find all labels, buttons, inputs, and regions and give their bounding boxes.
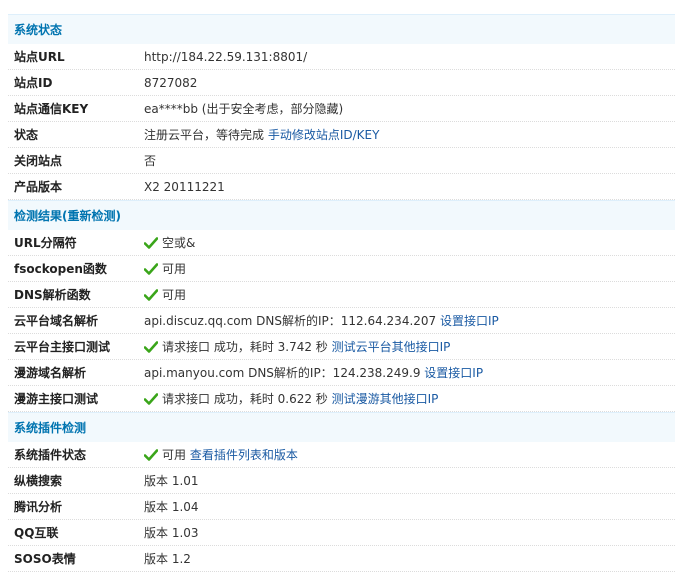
row-value: ea****bb (出于安全考虑，部分隐藏)	[144, 102, 344, 116]
row-value-wrap: api.manyou.com DNS解析的IP：124.238.249.9 设置…	[144, 360, 483, 386]
row-value-wrap: 请求接口 成功，耗时 0.622 秒 测试漫游其他接口IP	[144, 386, 438, 412]
row-label: 关闭站点	[14, 154, 63, 168]
test-cloud-other-ips-link[interactable]: 测试云平台其他接口IP	[332, 340, 451, 354]
detect-row-dns-function: DNS解析函数 可用	[8, 282, 675, 308]
status-row-state: 状态 注册云平台，等待完成 手动修改站点ID/KEY	[8, 122, 675, 148]
detect-row-manyou-api-test: 漫游主接口测试 请求接口 成功，耗时 0.622 秒 测试漫游其他接口IP	[8, 386, 675, 412]
check-icon	[144, 289, 158, 301]
test-manyou-other-ips-link[interactable]: 测试漫游其他接口IP	[332, 392, 439, 406]
status-row-site-key: 站点通信KEY ea****bb (出于安全考虑，部分隐藏)	[8, 96, 675, 122]
row-label: 站点URL	[14, 50, 65, 64]
row-label: 腾讯分析	[14, 500, 63, 514]
section-header-system-status: 系统状态	[8, 14, 675, 44]
row-label: fsockopen函数	[14, 262, 107, 276]
row-value: 空或&	[162, 236, 196, 250]
row-label: 状态	[14, 128, 39, 142]
detect-row-cloud-dns: 云平台域名解析 api.discuz.qq.com DNS解析的IP：112.6…	[8, 308, 675, 334]
row-value: 版本 1.03	[144, 526, 199, 540]
status-row-site-url: 站点URL http://184.22.59.131:8801/	[8, 44, 675, 70]
set-manyou-api-ip-link[interactable]: 设置接口IP	[424, 366, 483, 380]
row-value: 8727082	[144, 76, 198, 90]
check-icon	[144, 449, 158, 461]
set-cloud-api-ip-link[interactable]: 设置接口IP	[440, 314, 499, 328]
detect-row-manyou-dns: 漫游域名解析 api.manyou.com DNS解析的IP：124.238.2…	[8, 360, 675, 386]
plugin-row-status: 系统插件状态 可用 查看插件列表和版本	[8, 442, 675, 468]
check-icon	[144, 393, 158, 405]
edit-site-id-key-link[interactable]: 手动修改站点ID/KEY	[268, 128, 380, 142]
section-header-detect-results[interactable]: 检测结果(重新检测)	[8, 200, 675, 230]
detect-row-cloud-api-test: 云平台主接口测试 请求接口 成功，耗时 3.742 秒 测试云平台其他接口IP	[8, 334, 675, 360]
row-value-wrap: 请求接口 成功，耗时 3.742 秒 测试云平台其他接口IP	[144, 334, 450, 360]
row-label: DNS解析函数	[14, 288, 91, 302]
row-value: api.manyou.com DNS解析的IP：124.238.249.9	[144, 366, 425, 380]
row-value: 可用	[162, 262, 187, 276]
row-value: 否	[144, 154, 157, 168]
row-value: http://184.22.59.131:8801/	[144, 50, 308, 64]
check-icon	[144, 263, 158, 275]
cloud-status-panel: 系统状态 站点URL http://184.22.59.131:8801/ 站点…	[8, 14, 675, 572]
row-value-wrap: api.discuz.qq.com DNS解析的IP：112.64.234.20…	[144, 308, 499, 334]
row-label: 云平台域名解析	[14, 314, 99, 328]
row-value-wrap: 可用 查看插件列表和版本	[144, 442, 298, 468]
row-value: X2 20111221	[144, 180, 225, 194]
row-value: 注册云平台，等待完成	[144, 128, 268, 142]
row-value: api.discuz.qq.com DNS解析的IP：112.64.234.20…	[144, 314, 440, 328]
row-label: 产品版本	[14, 180, 63, 194]
row-value-wrap: 注册云平台，等待完成 手动修改站点ID/KEY	[144, 122, 379, 148]
detect-row-url-separator: URL分隔符 空或&	[8, 230, 675, 256]
row-label: 纵横搜索	[14, 474, 63, 488]
plugin-row-soso-emoticons: SOSO表情 版本 1.2	[8, 546, 675, 572]
row-label: 漫游主接口测试	[14, 392, 99, 406]
row-value: 可用	[162, 448, 190, 462]
row-value: 可用	[162, 288, 187, 302]
row-label: QQ互联	[14, 526, 59, 540]
row-value-wrap: 空或&	[144, 230, 195, 256]
row-value: 版本 1.04	[144, 500, 199, 514]
check-icon	[144, 341, 158, 353]
row-label: 云平台主接口测试	[14, 340, 111, 354]
row-label: URL分隔符	[14, 236, 77, 250]
row-value-wrap: 可用	[144, 256, 186, 282]
row-value: 请求接口 成功，耗时 0.622 秒	[162, 392, 332, 406]
row-value: 版本 1.01	[144, 474, 199, 488]
check-icon	[144, 237, 158, 249]
row-value: 请求接口 成功，耗时 3.742 秒	[162, 340, 332, 354]
view-plugin-list-link[interactable]: 查看插件列表和版本	[190, 448, 298, 462]
status-row-site-id: 站点ID 8727082	[8, 70, 675, 96]
row-label: 漫游域名解析	[14, 366, 87, 380]
plugin-row-qq-connect: QQ互联 版本 1.03	[8, 520, 675, 546]
row-value: 版本 1.2	[144, 552, 191, 566]
status-row-version: 产品版本 X2 20111221	[8, 174, 675, 200]
row-label: SOSO表情	[14, 552, 76, 566]
row-label: 站点ID	[14, 76, 53, 90]
row-label: 系统插件状态	[14, 448, 87, 462]
status-row-site-closed: 关闭站点 否	[8, 148, 675, 174]
detect-row-fsockopen: fsockopen函数 可用	[8, 256, 675, 282]
plugin-row-analytics: 腾讯分析 版本 1.04	[8, 494, 675, 520]
row-value-wrap: 可用	[144, 282, 186, 308]
section-header-plugin-check: 系统插件检测	[8, 412, 675, 442]
plugin-row-search: 纵横搜索 版本 1.01	[8, 468, 675, 494]
row-label: 站点通信KEY	[14, 102, 89, 116]
